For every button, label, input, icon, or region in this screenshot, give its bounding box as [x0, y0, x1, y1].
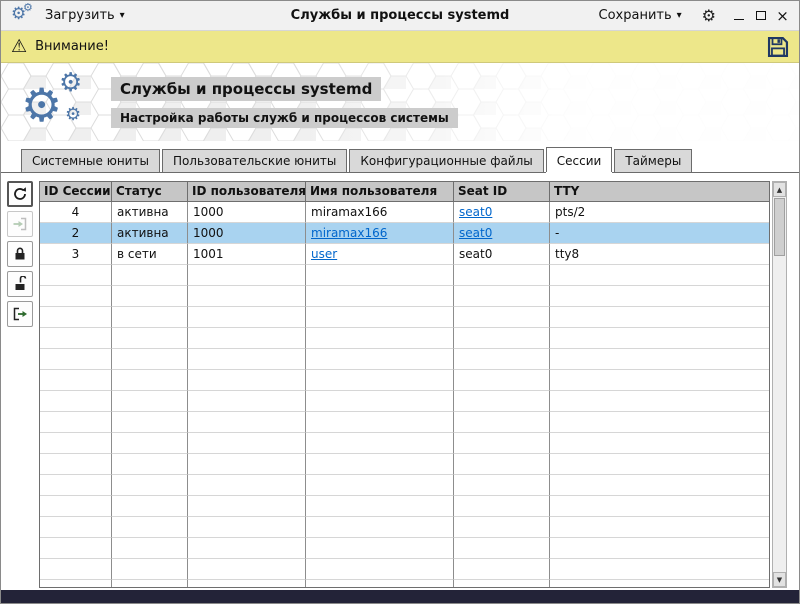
- app-icon: ⚙⚙: [11, 4, 37, 28]
- sessions-table: ID Сессии Статус ID пользователя Имя пол…: [39, 181, 770, 588]
- col-user-name[interactable]: Имя пользователя: [306, 182, 454, 202]
- page-subtitle: Настройка работы служб и процессов систе…: [111, 108, 458, 128]
- warning-label: Внимание!: [35, 39, 109, 54]
- table-row-empty: [40, 265, 769, 286]
- seat-id: seat0: [454, 223, 550, 244]
- col-seat-id[interactable]: Seat ID: [454, 182, 550, 202]
- user-id: 1000: [188, 202, 306, 223]
- table-row[interactable]: 3в сети1001 user seat0tty8: [40, 244, 769, 265]
- window-footer: [1, 590, 799, 603]
- user-id: 1000: [188, 223, 306, 244]
- floppy-disk-icon: [767, 36, 789, 58]
- table-row-empty: [40, 538, 769, 559]
- tty: pts/2: [550, 202, 769, 223]
- tty: tty8: [550, 244, 769, 265]
- table-row-empty: [40, 412, 769, 433]
- user-name-link[interactable]: miramax166: [311, 226, 387, 240]
- app-logo-gears-icon: ⚙ ⚙ ⚙: [19, 70, 99, 134]
- save-menu-label: Сохранить: [599, 8, 672, 23]
- logout-icon: [12, 306, 28, 322]
- scroll-down-button[interactable]: ▼: [773, 572, 786, 587]
- titlebar: ⚙⚙ Загрузить ▾ Службы и процессы systemd…: [1, 1, 799, 31]
- session-id: 2: [40, 223, 112, 244]
- table-header: ID Сессии Статус ID пользователя Имя пол…: [40, 182, 769, 202]
- col-session-id[interactable]: ID Сессии: [40, 182, 112, 202]
- maximize-icon: [756, 11, 766, 20]
- save-menu-button[interactable]: Сохранить ▾: [591, 5, 690, 26]
- seat-id: seat0: [454, 202, 550, 223]
- save-file-button[interactable]: [767, 36, 789, 58]
- close-button[interactable]: ×: [776, 9, 789, 22]
- attach-session-icon: [12, 216, 28, 232]
- load-menu-label: Загрузить: [45, 8, 115, 23]
- warning-bar: ⚠ Внимание!: [1, 31, 799, 63]
- chevron-down-icon: ▾: [677, 10, 682, 21]
- session-toolbar: [7, 181, 39, 588]
- seat-id-link[interactable]: seat0: [459, 205, 492, 219]
- minimize-button[interactable]: [732, 9, 745, 22]
- tab-system-units[interactable]: Системные юниты: [21, 149, 160, 172]
- user-name: miramax166: [306, 223, 454, 244]
- chevron-down-icon: ▾: [120, 10, 125, 21]
- table-row-empty: [40, 307, 769, 328]
- attach-session-button[interactable]: [7, 211, 33, 237]
- tab-zone: Системные юниты Пользовательские юниты К…: [1, 141, 799, 173]
- user-name: user: [306, 244, 454, 265]
- session-status: активна: [112, 223, 188, 244]
- tty: -: [550, 223, 769, 244]
- vertical-scrollbar[interactable]: ▲ ▼: [772, 181, 787, 588]
- col-user-id[interactable]: ID пользователя: [188, 182, 306, 202]
- scroll-up-button[interactable]: ▲: [773, 182, 786, 197]
- scrollbar-thumb[interactable]: [774, 198, 785, 256]
- tab-timers[interactable]: Таймеры: [614, 149, 692, 172]
- session-status: в сети: [112, 244, 188, 265]
- tab-sessions[interactable]: Сессии: [546, 147, 613, 172]
- minimize-icon: [734, 19, 744, 20]
- table-body: 4активна1000miramax166seat0pts/22активна…: [40, 202, 769, 587]
- lock-session-button[interactable]: [7, 241, 33, 267]
- load-menu-button[interactable]: Загрузить ▾: [37, 5, 133, 26]
- seat-id-link[interactable]: seat0: [459, 226, 492, 240]
- app-window: ⚙⚙ Загрузить ▾ Службы и процессы systemd…: [0, 0, 800, 604]
- warning-icon: ⚠: [11, 38, 27, 56]
- session-status: активна: [112, 202, 188, 223]
- col-status[interactable]: Статус: [112, 182, 188, 202]
- table-row-empty: [40, 328, 769, 349]
- table-row-empty: [40, 391, 769, 412]
- col-tty[interactable]: TTY: [550, 182, 769, 202]
- table-row-empty: [40, 496, 769, 517]
- unlock-session-button[interactable]: [7, 271, 33, 297]
- table-row-empty: [40, 349, 769, 370]
- settings-gear-icon[interactable]: ⚙: [702, 8, 716, 24]
- user-id: 1001: [188, 244, 306, 265]
- table-row[interactable]: 4активна1000miramax166 seat0 pts/2: [40, 202, 769, 223]
- tab-user-units[interactable]: Пользовательские юниты: [162, 149, 347, 172]
- tab-bar: Системные юниты Пользовательские юниты К…: [1, 147, 799, 173]
- table-row-empty: [40, 286, 769, 307]
- table-row-empty: [40, 433, 769, 454]
- session-id: 4: [40, 202, 112, 223]
- user-name-link[interactable]: user: [311, 247, 337, 261]
- table-row-empty: [40, 580, 769, 587]
- table-row-empty: [40, 475, 769, 496]
- tab-config-files[interactable]: Конфигурационные файлы: [349, 149, 543, 172]
- refresh-button[interactable]: [7, 181, 33, 207]
- sessions-panel: ID Сессии Статус ID пользователя Имя пол…: [1, 173, 799, 590]
- unlock-icon: [12, 276, 28, 292]
- page-title: Службы и процессы systemd: [111, 77, 381, 101]
- refresh-icon: [12, 186, 28, 202]
- user-name: miramax166: [306, 202, 454, 223]
- page-header: ⚙ ⚙ ⚙ Службы и процессы systemd Настройк…: [1, 63, 799, 141]
- table-row[interactable]: 2активна1000 miramax166 seat0 -: [40, 223, 769, 244]
- table-row-empty: [40, 559, 769, 580]
- table-row-empty: [40, 370, 769, 391]
- terminate-session-button[interactable]: [7, 301, 33, 327]
- lock-icon: [12, 246, 28, 262]
- maximize-button[interactable]: [754, 9, 767, 22]
- seat-id: seat0: [454, 244, 550, 265]
- table-row-empty: [40, 517, 769, 538]
- session-id: 3: [40, 244, 112, 265]
- table-row-empty: [40, 454, 769, 475]
